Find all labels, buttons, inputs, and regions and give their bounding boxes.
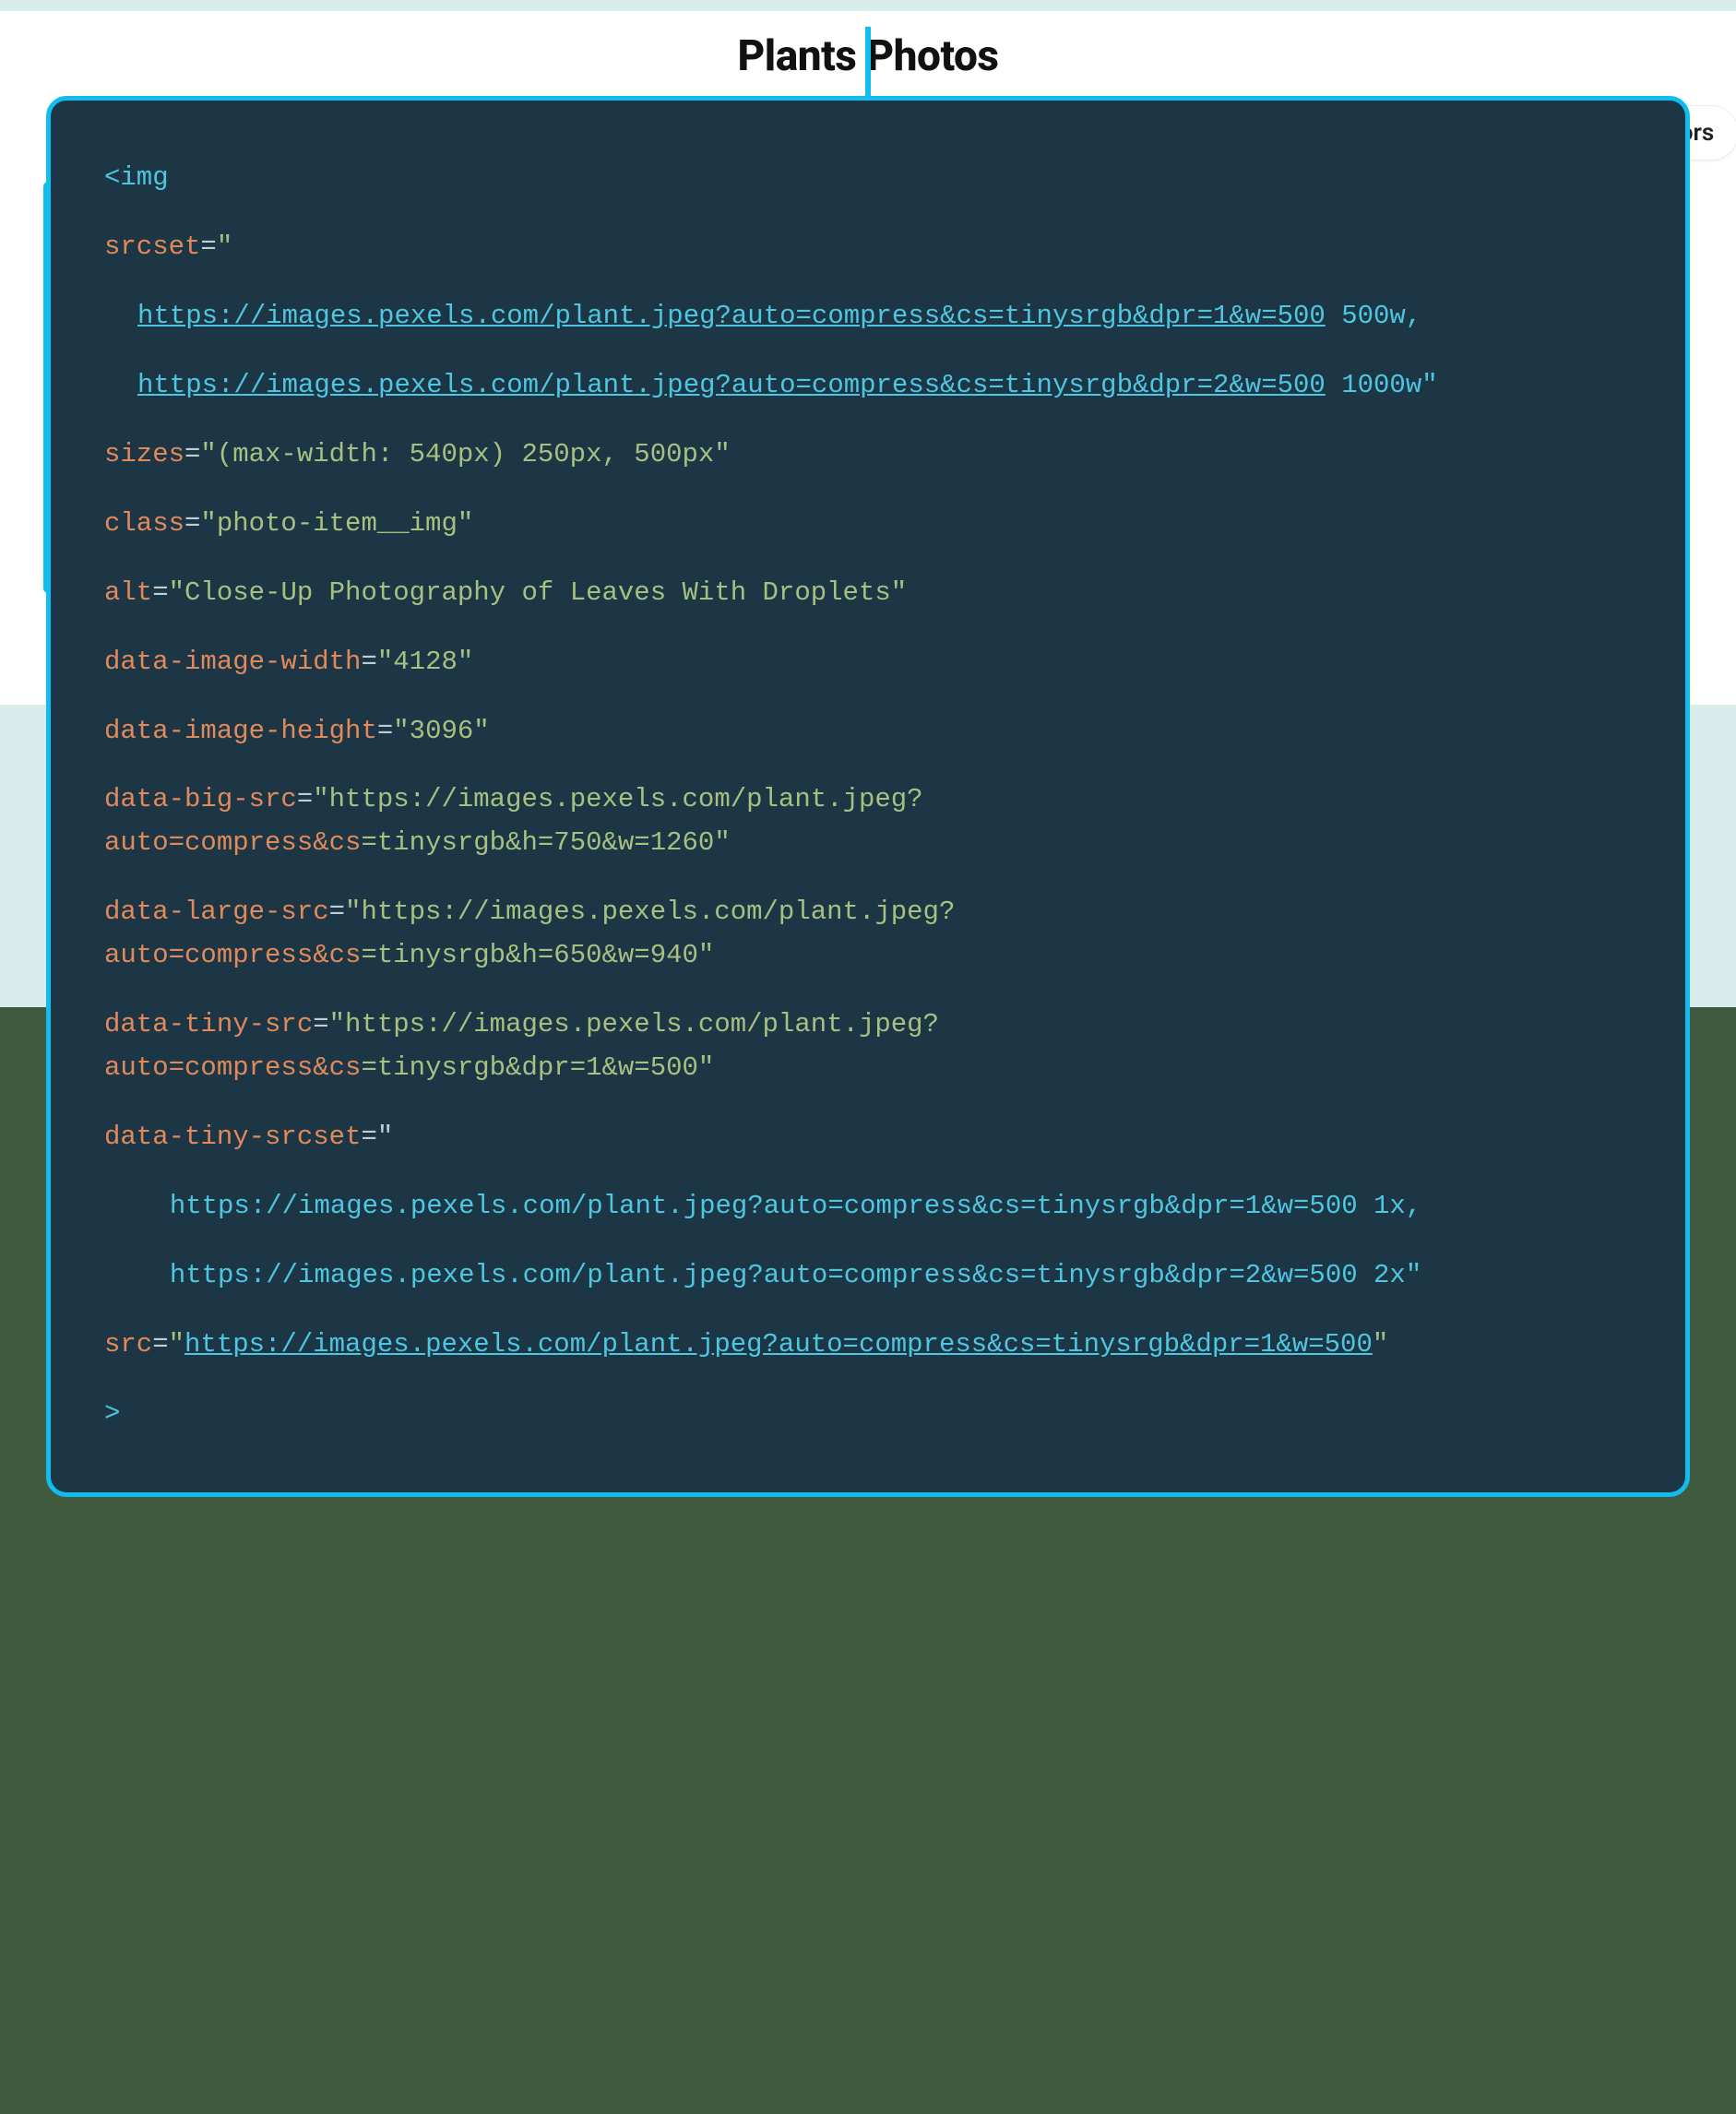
code-value: =tinysrgb&h=750&w=1260": [361, 827, 730, 858]
code-value: auto=compress&cs: [104, 1052, 361, 1083]
code-value: =tinysrgb&h=650&w=940": [361, 940, 714, 970]
code-value: auto=compress&cs: [104, 940, 361, 970]
code-url: https://images.pexels.com/plant.jpeg?aut…: [137, 1260, 1421, 1290]
code-token: >: [104, 1398, 120, 1429]
code-url[interactable]: https://images.pexels.com/plant.jpeg?aut…: [137, 370, 1326, 400]
code-value: "https://images.pexels.com/plant.jpeg?: [313, 784, 922, 814]
code-value: "photo-item__img": [200, 508, 473, 539]
code-attr: data-big-src: [104, 784, 297, 814]
code-url[interactable]: https://images.pexels.com/plant.jpeg?aut…: [184, 1329, 1373, 1360]
code-value: "https://images.pexels.com/plant.jpeg?: [329, 1009, 939, 1039]
code-value: "3096": [393, 716, 489, 746]
code-token: 500w,: [1326, 301, 1421, 331]
code-value: "https://images.pexels.com/plant.jpeg?: [345, 897, 955, 927]
code-value: "(max-width: 540px) 250px, 500px": [200, 439, 730, 469]
code-url[interactable]: https://images.pexels.com/plant.jpeg?aut…: [137, 301, 1326, 331]
code-attr: data-tiny-srcset: [104, 1122, 361, 1152]
code-value: "Close-Up Photography of Leaves With Dro…: [169, 577, 908, 608]
code-inspector-panel: <img srcset =" https://images.pexels.com/…: [46, 96, 1690, 1497]
code-attr: alt: [104, 577, 152, 608]
code-value: auto=compress&cs: [104, 827, 361, 858]
code-url: https://images.pexels.com/plant.jpeg?aut…: [137, 1191, 1421, 1221]
code-attr: sizes: [104, 439, 184, 469]
code-attr: src: [104, 1329, 152, 1360]
code-token: =": [361, 1122, 393, 1152]
code-attr: data-large-src: [104, 897, 329, 927]
code-token: 1000w": [1326, 370, 1438, 400]
code-value: =tinysrgb&dpr=1&w=500": [361, 1052, 714, 1083]
code-token: <img: [104, 162, 169, 193]
code-attr: data-tiny-src: [104, 1009, 313, 1039]
code-value: "4128": [377, 647, 473, 677]
code-attr: data-image-height: [104, 716, 377, 746]
code-attr: data-image-width: [104, 647, 361, 677]
code-attr: class: [104, 508, 184, 539]
code-attr: srcset: [104, 232, 200, 262]
